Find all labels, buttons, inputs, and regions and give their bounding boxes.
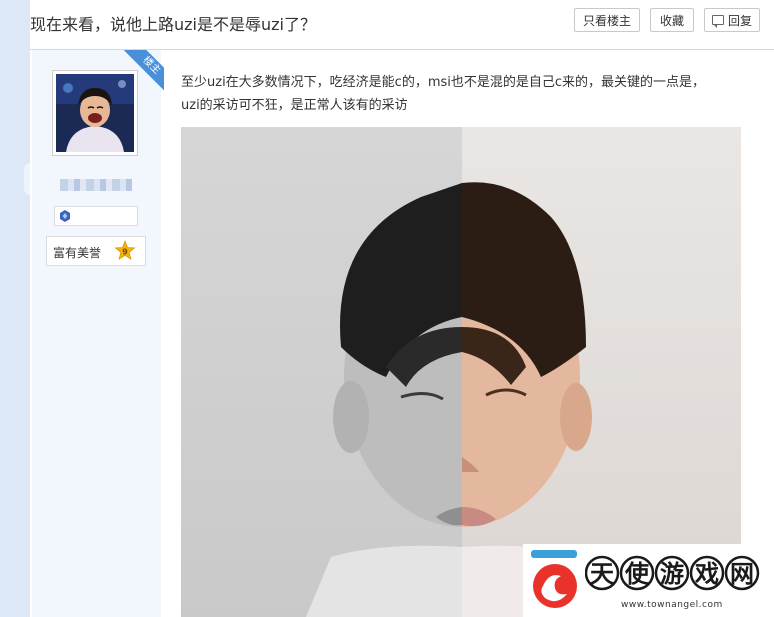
star-level-icon: 9	[114, 240, 136, 260]
avatar-image	[56, 74, 134, 152]
only-op-button[interactable]: 只看楼主	[574, 8, 640, 32]
collect-button[interactable]: 收藏	[650, 8, 694, 32]
user-group	[54, 206, 138, 226]
comment-icon	[712, 15, 724, 28]
site-watermark: 天 使 游 戏 网 www.townangel.com	[523, 544, 765, 617]
reputation-medal: 富有美誉 9	[46, 236, 146, 266]
page-background-strip	[0, 0, 36, 617]
medal-label: 富有美誉	[53, 246, 102, 260]
post-line-1: 至少uzi在大多数情况下，吃经济是能c的，msi也不是混的是自己c来的，最关键的…	[181, 75, 706, 90]
post-body: 至少uzi在大多数情况下，吃经济是能c的，msi也不是混的是自己c来的，最关键的…	[181, 71, 766, 117]
thread-title: 现在来看，说他上路uzi是不是辱uzi了？	[30, 15, 316, 34]
watermark-char: 游	[660, 560, 684, 588]
site-name: 天 使 游 戏 网	[585, 555, 760, 591]
watermark-url: www.townangel.com	[621, 600, 723, 610]
thread-header: 现在来看，说他上路uzi是不是辱uzi了？ 只看楼主 收藏 回复	[30, 0, 774, 50]
medal-level-number: 9	[122, 248, 128, 257]
watermark-char: 使	[624, 560, 650, 588]
site-logo-icon	[531, 550, 577, 608]
rank-icon	[60, 210, 70, 222]
post-container: 现在来看，说他上路uzi是不是辱uzi了？ 只看楼主 收藏 回复 楼主 富有美誉…	[30, 0, 774, 617]
post-line-2: uzi的采访可不狂，是正常人该有的采访	[181, 98, 408, 113]
watermark-char: 戏	[694, 560, 719, 588]
reply-button-label: 回复	[727, 14, 752, 28]
avatar[interactable]	[52, 70, 138, 156]
username-pixelated[interactable]	[60, 179, 132, 191]
watermark-char: 天	[590, 560, 614, 588]
reply-button[interactable]: 回复	[704, 8, 760, 32]
watermark-char: 网	[730, 560, 754, 588]
